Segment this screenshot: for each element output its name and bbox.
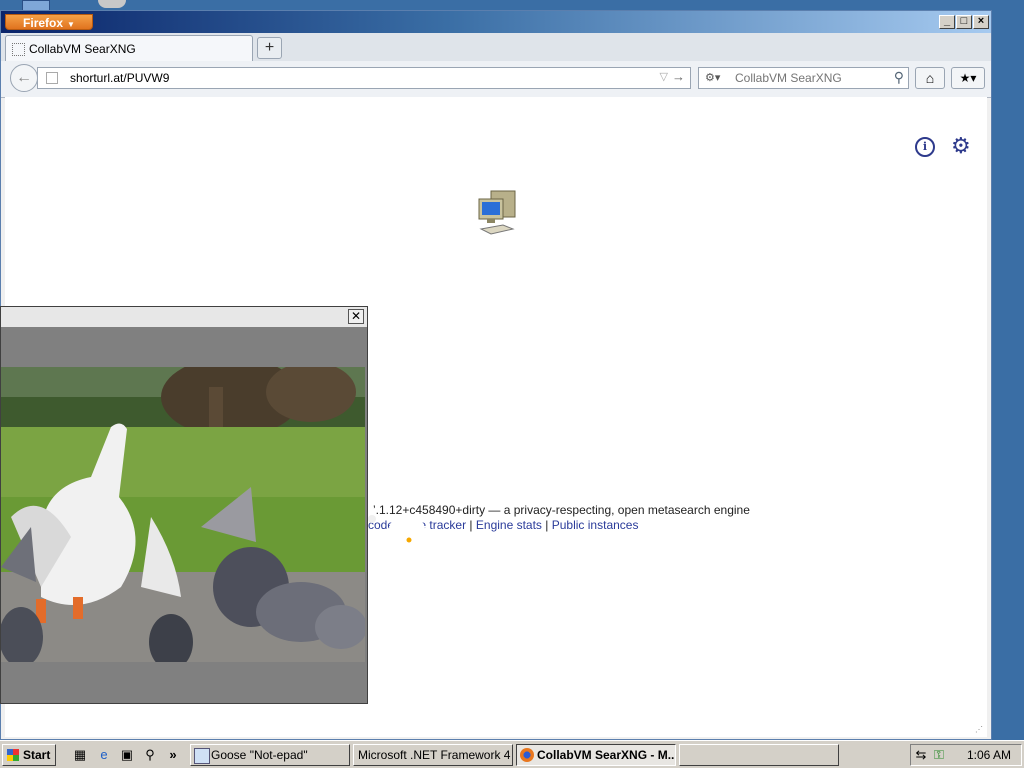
clock[interactable]: 1:06 AM xyxy=(967,748,1011,762)
link-separator: | xyxy=(469,518,473,532)
dropdown-arrow-icon: ▼ xyxy=(67,20,75,29)
notepad-icon xyxy=(194,748,210,764)
back-arrow-icon: ← xyxy=(16,69,32,86)
url-input[interactable] xyxy=(70,70,630,86)
home-icon: ⌂ xyxy=(925,70,935,86)
taskbar: Start ▦ e ▣ ⚲ » Goose "Not-epad" Microso… xyxy=(0,740,1024,768)
more-quicklaunch-icon[interactable]: » xyxy=(165,747,181,763)
task-label: CollabVM SearXNG - M... xyxy=(537,748,676,762)
public-instances-link[interactable]: Public instances xyxy=(552,518,639,532)
search-bar[interactable]: ⚙▾ ⚲ xyxy=(698,67,909,89)
desktop-goose-sprite[interactable] xyxy=(362,507,426,545)
show-desktop-icon[interactable]: ▦ xyxy=(72,747,88,763)
info-icon[interactable]: i xyxy=(915,137,935,157)
system-tray: ⇆ ⚿ 1:06 AM xyxy=(910,744,1022,766)
popup-title-bar[interactable]: ✕ xyxy=(1,307,367,328)
go-arrow-icon[interactable]: → xyxy=(672,69,685,84)
favicon-icon xyxy=(12,43,25,56)
title-bar[interactable]: Firefox ▼ _ □ × xyxy=(1,11,991,33)
popup-close-button[interactable]: ✕ xyxy=(348,309,364,324)
task-label: Goose "Not-epad" xyxy=(211,748,308,762)
minimize-button[interactable]: _ xyxy=(939,15,955,29)
task-label: Microsoft .NET Framework 4 ... xyxy=(358,748,513,762)
popup-body xyxy=(1,327,367,703)
resize-grip[interactable]: ⋰ xyxy=(975,725,985,735)
search-input[interactable] xyxy=(735,70,885,86)
start-button[interactable]: Start xyxy=(2,744,56,766)
bookmark-star-icon: ★▾ xyxy=(959,71,977,85)
home-button[interactable]: ⌂ xyxy=(915,67,945,89)
task-goose-notepad[interactable]: Goose "Not-epad" xyxy=(190,744,350,766)
task-empty[interactable] xyxy=(679,744,839,766)
search-icon[interactable]: ⚲ xyxy=(894,69,904,86)
link-separator: | xyxy=(545,518,549,532)
footer-version: ’.1.12+c458490+dirty — a privacy-respect… xyxy=(373,503,750,517)
task-firefox[interactable]: CollabVM SearXNG - M... xyxy=(516,744,676,766)
goose-photo-image xyxy=(1,367,365,662)
desktop-icon[interactable] xyxy=(98,0,126,8)
back-button[interactable]: ← xyxy=(10,64,38,92)
url-bar[interactable]: ▽ → xyxy=(37,67,691,89)
internet-explorer-icon[interactable]: e xyxy=(96,747,112,763)
navigation-bar: ← ▽ → ⚙▾ ⚲ ⌂ ★▾ xyxy=(1,61,991,98)
gear-icon[interactable]: ⚙ xyxy=(951,135,971,157)
computer-logo-icon xyxy=(478,190,516,235)
new-tab-button[interactable]: + xyxy=(257,37,282,59)
engine-stats-link[interactable]: Engine stats xyxy=(476,518,542,532)
firefox-menu-label: Firefox xyxy=(23,16,64,30)
start-label: Start xyxy=(23,748,51,762)
firefox-icon xyxy=(520,748,534,762)
search-files-icon[interactable]: ⚲ xyxy=(142,747,158,763)
server-manager-icon[interactable]: ▣ xyxy=(119,747,135,763)
goose-meme-window[interactable]: ✕ xyxy=(0,306,368,704)
site-identity-icon[interactable] xyxy=(46,72,58,84)
close-button[interactable]: × xyxy=(973,15,989,29)
firefox-menu-button[interactable]: Firefox ▼ xyxy=(5,14,93,30)
maximize-button[interactable]: □ xyxy=(956,15,972,29)
search-engine-icon[interactable]: ⚙▾ xyxy=(705,71,720,84)
network-icon[interactable]: ⇆ xyxy=(913,747,929,763)
security-icon[interactable]: ⚿ xyxy=(931,747,947,763)
task-dotnet-installer[interactable]: Microsoft .NET Framework 4 ... xyxy=(353,744,513,766)
tab-searxng[interactable]: CollabVM SearXNG xyxy=(5,35,253,61)
history-dropdown-icon[interactable]: ▽ xyxy=(660,70,668,83)
windows-logo-icon xyxy=(7,749,19,761)
tab-label: CollabVM SearXNG xyxy=(29,42,136,56)
bookmarks-button[interactable]: ★▾ xyxy=(951,67,985,89)
